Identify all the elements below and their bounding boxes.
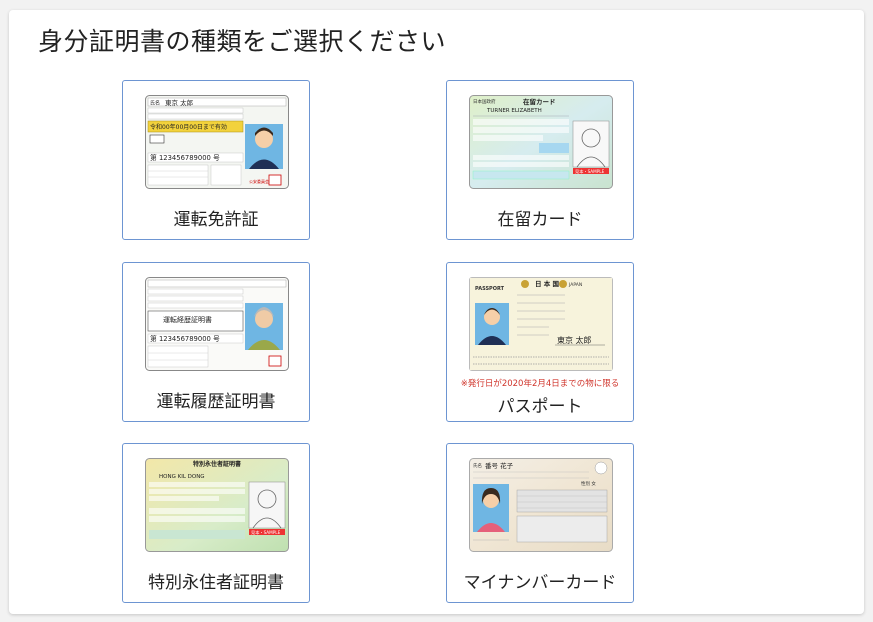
drivers-license-label: 運転免許証	[173, 210, 259, 230]
svg-text:特別永住者証明書: 特別永住者証明書	[193, 460, 241, 468]
document-selection-panel: 身分証明書の種類をご選択ください 氏名 東京 太郎 令和00年00月00日まで有…	[9, 10, 864, 614]
svg-text:性別 女: 性別 女	[581, 480, 596, 487]
svg-text:PASSPORT: PASSPORT	[475, 286, 505, 292]
residence-card-icon: 日本国政府 在留カード TURNER ELIZABETH 見本・SAMPLE	[469, 95, 613, 189]
passport-icon: PASSPORT 日 本 国 JAPAN 東京 太郎	[469, 277, 613, 371]
svg-text:東京 太郎: 東京 太郎	[165, 98, 194, 107]
svg-text:日本国政府: 日本国政府	[473, 98, 496, 105]
svg-text:氏名: 氏名	[150, 100, 160, 107]
driving-history-certificate-icon: 運転経歴証明書 第 123456789000 号	[145, 277, 289, 371]
drivers-license-option[interactable]: 氏名 東京 太郎 令和00年00月00日まで有効 第 123456789000 …	[122, 80, 310, 240]
my-number-card-icon: 氏名 番号 花子 性別 女	[469, 458, 613, 552]
my-number-card-label: マイナンバーカード	[463, 573, 617, 593]
svg-text:見本・SAMPLE: 見本・SAMPLE	[251, 529, 281, 536]
my-number-card-option[interactable]: 氏名 番号 花子 性別 女 マイナンバーカード	[446, 443, 634, 603]
svg-text:運転経歴証明書: 運転経歴証明書	[163, 315, 212, 324]
passport-label: パスポート	[497, 397, 583, 417]
special-permanent-resident-label: 特別永住者証明書	[148, 573, 284, 593]
residence-card-option[interactable]: 日本国政府 在留カード TURNER ELIZABETH 見本・SAMPLE 在…	[446, 80, 634, 240]
svg-text:令和00年00月00日まで有効: 令和00年00月00日まで有効	[150, 123, 227, 131]
svg-text:JAPAN: JAPAN	[568, 282, 582, 288]
page-title: 身分証明書の種類をご選択ください	[38, 27, 447, 56]
special-permanent-resident-option[interactable]: 特別永住者証明書 HONG KIL DONG 見本・SAMPLE 特別永住者証明…	[122, 443, 310, 603]
svg-text:公安委員会: 公安委員会	[249, 178, 269, 184]
svg-text:見本・SAMPLE: 見本・SAMPLE	[575, 168, 605, 175]
residence-card-label: 在留カード	[497, 210, 583, 230]
driving-history-certificate-label: 運転履歴証明書	[156, 392, 276, 412]
svg-text:番号 花子: 番号 花子	[485, 461, 514, 470]
svg-text:日 本 国: 日 本 国	[535, 279, 560, 288]
svg-text:在留カード: 在留カード	[523, 97, 556, 106]
svg-text:第 123456789000 号: 第 123456789000 号	[150, 153, 220, 162]
passport-issue-date-note: ※発行日が2020年2月4日までの物に限る	[460, 379, 620, 389]
drivers-license-icon: 氏名 東京 太郎 令和00年00月00日まで有効 第 123456789000 …	[145, 95, 289, 189]
special-permanent-resident-icon: 特別永住者証明書 HONG KIL DONG 見本・SAMPLE	[145, 458, 289, 552]
passport-option[interactable]: PASSPORT 日 本 国 JAPAN 東京 太郎 ※発行日が2020年2月4…	[446, 262, 634, 422]
svg-text:HONG KIL DONG: HONG KIL DONG	[159, 474, 205, 480]
svg-text:氏名: 氏名	[473, 462, 482, 469]
driving-history-certificate-option[interactable]: 運転経歴証明書 第 123456789000 号 運転履歴証明書	[122, 262, 310, 422]
svg-text:東京 太郎: 東京 太郎	[557, 335, 592, 345]
svg-text:TURNER ELIZABETH: TURNER ELIZABETH	[486, 108, 542, 114]
svg-text:第 123456789000 号: 第 123456789000 号	[150, 334, 220, 343]
